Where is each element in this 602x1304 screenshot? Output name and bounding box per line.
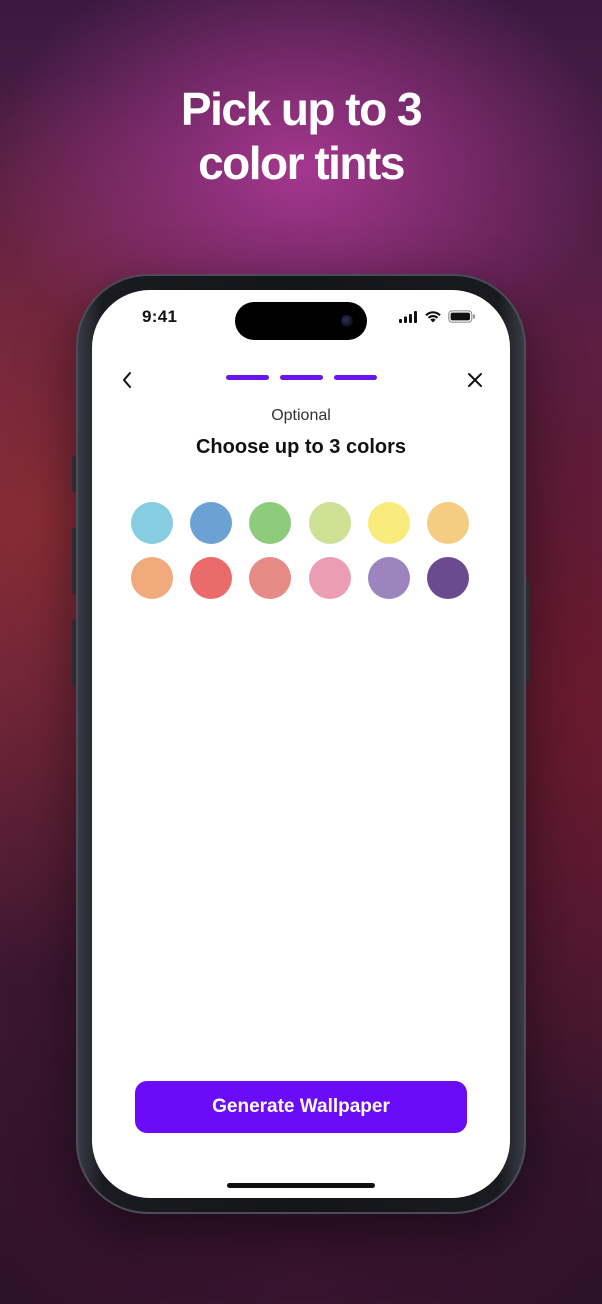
cellular-signal-icon xyxy=(399,310,417,323)
home-indicator xyxy=(227,1183,375,1188)
status-icons xyxy=(399,310,476,323)
step-progress xyxy=(226,375,377,380)
status-time: 9:41 xyxy=(142,307,178,326)
color-swatch-pink[interactable] xyxy=(308,557,351,599)
color-swatch-salmon[interactable] xyxy=(249,557,292,599)
progress-step-3 xyxy=(334,375,377,380)
color-swatch-lime[interactable] xyxy=(308,502,351,544)
volume-down-button xyxy=(72,620,76,686)
color-swatch-purple[interactable] xyxy=(426,557,469,599)
progress-step-1 xyxy=(226,375,269,380)
close-icon xyxy=(468,373,482,387)
color-swatch-light-blue[interactable] xyxy=(131,502,173,544)
headline-line-2: color tints xyxy=(198,137,405,189)
optional-label: Optional xyxy=(271,407,331,424)
color-swatch-light-orange[interactable] xyxy=(426,502,469,544)
power-button xyxy=(526,578,530,684)
page-title: Choose up to 3 colors xyxy=(195,436,407,458)
color-swatch-blue[interactable] xyxy=(190,502,233,544)
volume-up-button xyxy=(72,528,76,594)
color-swatch-red[interactable] xyxy=(190,557,233,599)
color-swatch-grid xyxy=(131,502,473,599)
back-button[interactable] xyxy=(115,368,139,392)
battery-icon xyxy=(448,310,475,323)
wifi-icon xyxy=(425,311,441,323)
color-swatch-orange[interactable] xyxy=(131,557,173,599)
dynamic-island xyxy=(235,302,367,340)
progress-step-2 xyxy=(280,375,323,380)
close-button[interactable] xyxy=(463,368,487,392)
headline-line-1: Pick up to 3 xyxy=(180,83,423,135)
action-button xyxy=(72,456,76,492)
camera-icon xyxy=(341,315,353,327)
phone-screen: 9:41 Optional Choose up to 3 colors Gene… xyxy=(92,290,510,1198)
chevron-left-icon xyxy=(123,372,131,388)
color-swatch-lavender[interactable] xyxy=(367,557,410,599)
generate-wallpaper-button[interactable]: Generate Wallpaper xyxy=(135,1081,467,1133)
color-swatch-yellow[interactable] xyxy=(367,502,410,544)
promo-headline: Pick up to 3 color tints xyxy=(0,82,602,190)
color-swatch-green[interactable] xyxy=(249,502,292,544)
